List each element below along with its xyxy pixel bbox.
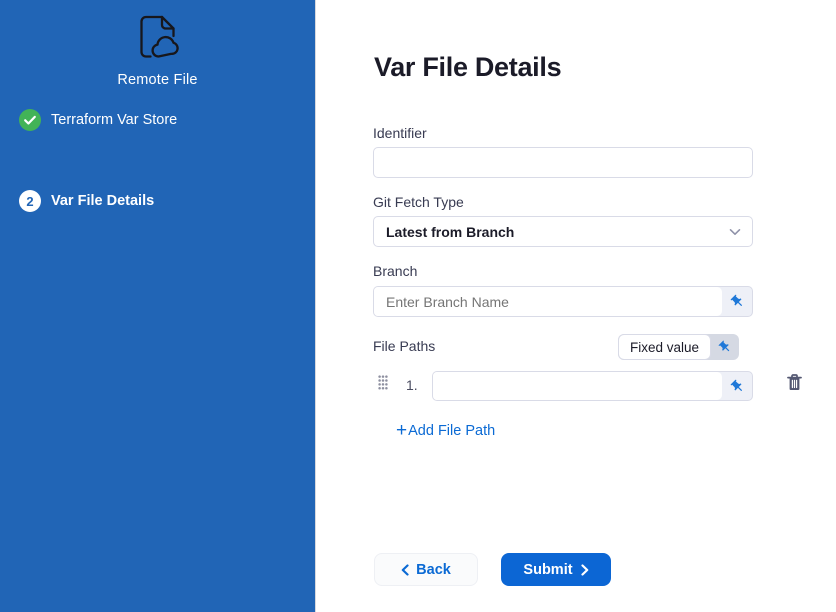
sidebar-step-var-file-details[interactable]: 2 Var File Details — [19, 190, 154, 212]
sidebar-step-label: Terraform Var Store — [51, 112, 177, 128]
store-type-label: Remote File — [117, 72, 197, 88]
sidebar-step-terraform-var-store[interactable]: Terraform Var Store — [19, 109, 177, 131]
plus-icon: + — [396, 423, 407, 439]
branch-input[interactable] — [374, 287, 722, 316]
chevron-left-icon — [401, 564, 409, 576]
file-paths-label: File Paths — [373, 338, 435, 354]
branch-label: Branch — [373, 263, 417, 279]
back-button[interactable]: Back — [374, 553, 478, 586]
identifier-input[interactable] — [373, 147, 753, 178]
chevron-right-icon — [581, 564, 589, 576]
remote-file-cloud-icon — [135, 14, 181, 64]
submit-button-label: Submit — [523, 562, 572, 578]
sidebar-step-label: Var File Details — [51, 193, 154, 209]
add-file-path-button[interactable]: + Add File Path — [396, 423, 495, 439]
trash-icon — [787, 374, 802, 391]
step-number-badge: 2 — [19, 190, 41, 212]
wizard-sidebar: Remote File Terraform Var Store 2 Var Fi… — [0, 0, 316, 612]
file-paths-pin-icon[interactable] — [711, 334, 739, 360]
git-fetch-type-label: Git Fetch Type — [373, 194, 464, 210]
submit-button[interactable]: Submit — [501, 553, 611, 586]
delete-file-path-button[interactable] — [784, 372, 804, 392]
store-type-header: Remote File — [0, 14, 315, 88]
drag-handle-icon[interactable] — [378, 375, 388, 390]
branch-input-group — [373, 286, 753, 317]
file-path-row-index: 1. — [406, 377, 418, 393]
add-file-path-label: Add File Path — [408, 423, 495, 439]
identifier-label: Identifier — [373, 125, 427, 141]
chevron-down-icon — [729, 228, 741, 236]
back-button-label: Back — [416, 562, 451, 578]
file-path-pin-icon[interactable] — [722, 372, 752, 400]
file-paths-type-selector[interactable]: Fixed value — [618, 334, 739, 360]
check-circle-icon — [19, 109, 41, 131]
var-file-details-panel: Var File Details Identifier Git Fetch Ty… — [316, 0, 836, 612]
page-title: Var File Details — [374, 52, 561, 83]
git-fetch-type-value: Latest from Branch — [386, 224, 514, 240]
fixed-value-button[interactable]: Fixed value — [618, 334, 711, 360]
file-path-input-group — [432, 371, 753, 401]
git-fetch-type-select[interactable]: Latest from Branch — [373, 216, 753, 247]
branch-pin-icon[interactable] — [722, 287, 752, 316]
file-path-input[interactable] — [433, 372, 722, 400]
